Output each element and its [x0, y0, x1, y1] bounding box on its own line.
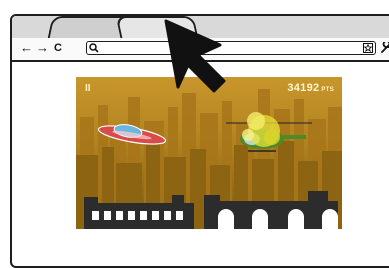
star-icon[interactable]: [363, 43, 373, 53]
back-button[interactable]: ←: [20, 40, 33, 56]
reload-button[interactable]: C: [54, 40, 62, 56]
wrench-icon[interactable]: [380, 42, 389, 54]
game-scene: [76, 89, 342, 229]
score-unit: PTS: [321, 87, 334, 93]
score-display: 34192 PTS: [287, 82, 334, 94]
score-value: 34192: [287, 82, 320, 94]
forward-button[interactable]: →: [36, 40, 49, 56]
game-canvas[interactable]: II 34192 PTS: [76, 77, 342, 229]
mouse-pointer-icon: [164, 19, 226, 93]
search-icon: [89, 43, 99, 53]
pause-button[interactable]: II: [85, 83, 91, 94]
